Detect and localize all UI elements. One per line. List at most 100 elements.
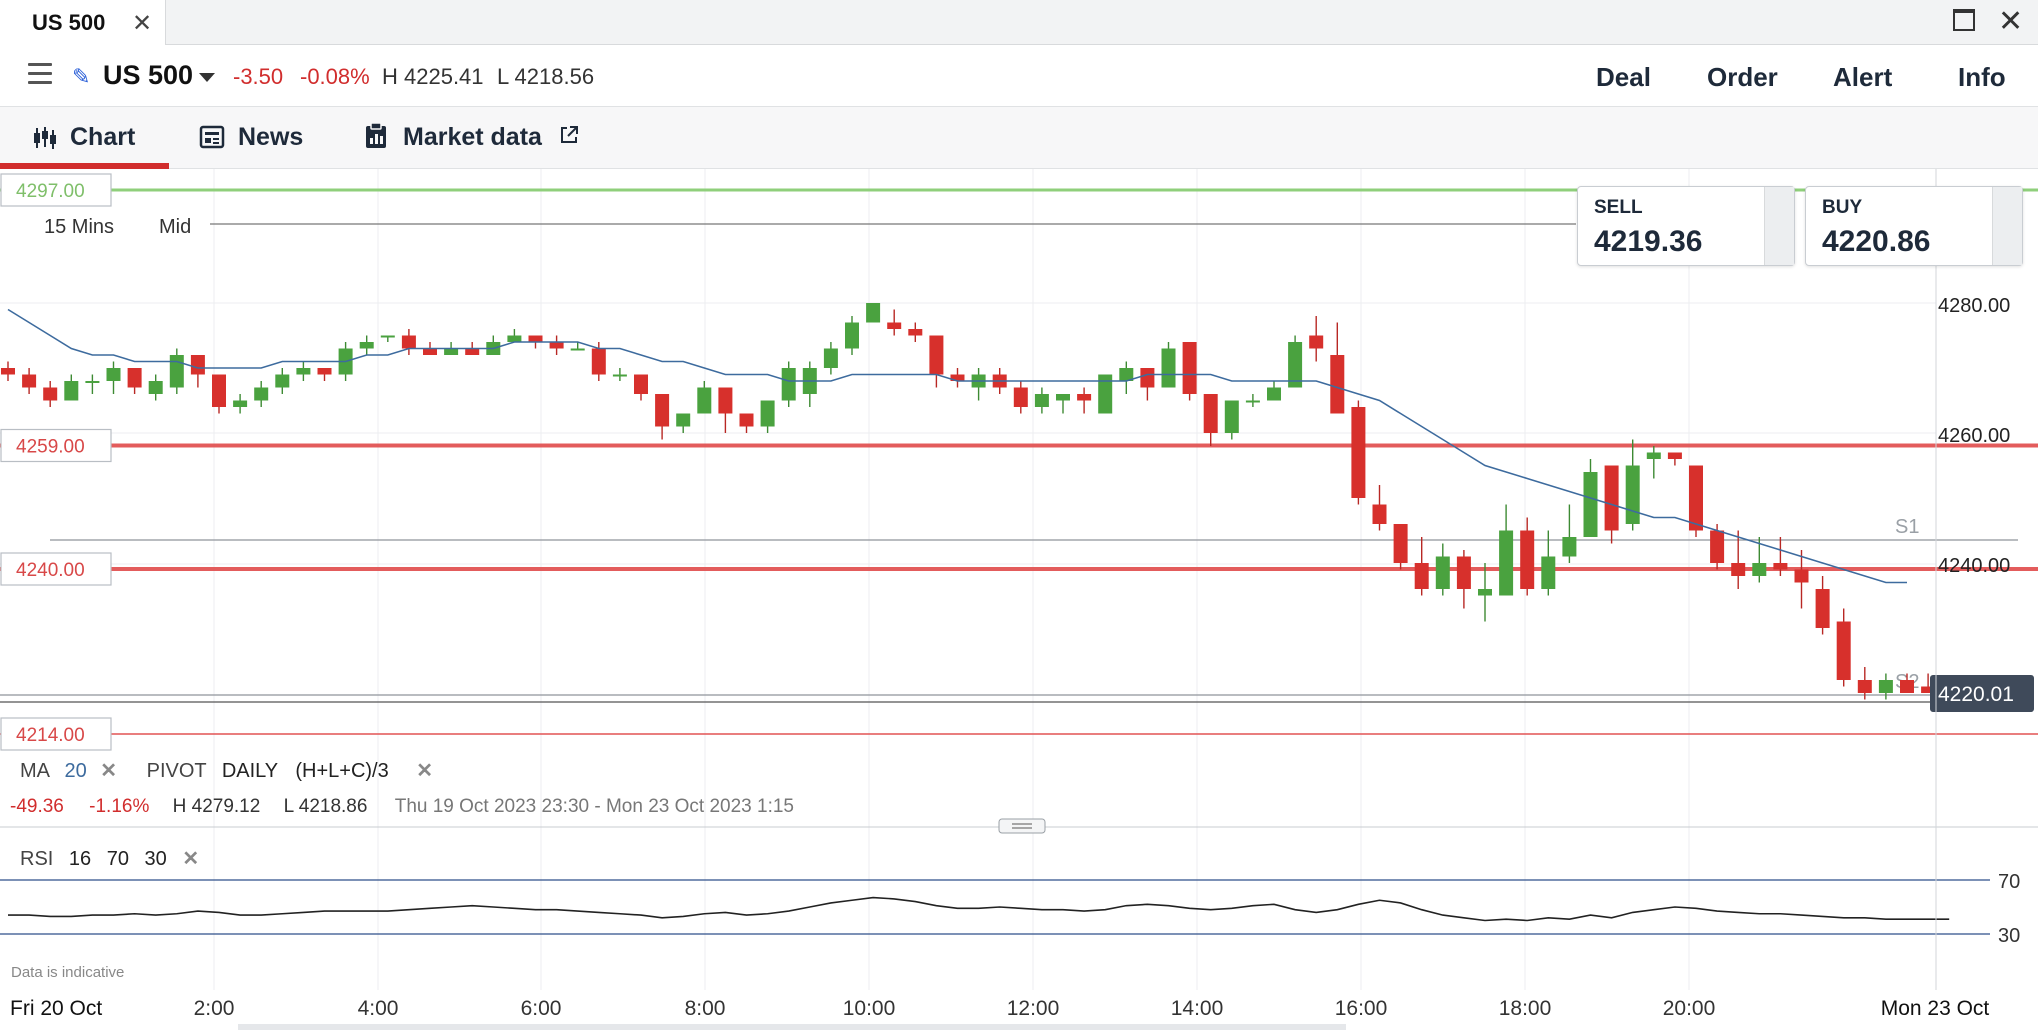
candle-body (507, 335, 522, 342)
y-tick-label: 4240.00 (1938, 555, 2010, 577)
candle-body (676, 413, 691, 427)
x-tick-label: 20:00 (1663, 997, 1716, 1020)
candle-body (1900, 680, 1914, 693)
candle-body (444, 348, 459, 355)
deal-button[interactable]: Deal (1596, 62, 1651, 93)
candle-body (1330, 355, 1345, 414)
buy-price: 4220.86 (1822, 225, 1931, 258)
candle-body (591, 348, 606, 375)
x-tick-label: 16:00 (1335, 997, 1388, 1020)
rsi-period[interactable]: 16 (69, 848, 91, 870)
candle-body (1182, 342, 1197, 394)
candle-body (1625, 465, 1640, 524)
external-link-icon (561, 126, 578, 143)
sell-label: SELL (1594, 197, 1643, 218)
instrument-name[interactable]: US 500 (103, 60, 193, 91)
x-tick-label: 14:00 (1171, 997, 1224, 1020)
buy-button[interactable]: BUY 4220.86 (1805, 186, 2023, 266)
candle-body (1689, 465, 1703, 531)
x-tick-label: 4:00 (358, 997, 399, 1020)
ma-label[interactable]: MA (20, 760, 49, 782)
order-button[interactable]: Order (1707, 62, 1778, 93)
y-axis-labels: 4280.00 4260.00 4240.00 4220.01 (1930, 295, 2034, 712)
pivot-period[interactable]: DAILY (222, 760, 278, 782)
price-line-label: 4240.00 (16, 560, 85, 581)
candle-body (106, 368, 121, 381)
remove-pivot-icon[interactable]: ✕ (416, 760, 433, 782)
pencil-icon[interactable]: ✎ (72, 64, 90, 90)
x-tick-label: Mon 23 Oct (1881, 997, 1990, 1020)
x-axis-labels: Fri 20 Oct 2:00 4:00 6:00 8:00 10:00 12:00 14:0… (10, 997, 1989, 1020)
price-chart[interactable]: 4297.004259.004240.004214.00S1S2 4280.00… (0, 169, 2038, 1030)
candle-body (64, 381, 79, 401)
pane-resize-handle[interactable] (998, 818, 1046, 834)
menu-icon[interactable] (28, 63, 52, 85)
candle-body (1013, 387, 1028, 407)
candle-body (887, 322, 902, 329)
candle-body (212, 374, 226, 407)
candle-body (718, 387, 733, 414)
period-low: L 4218.86 (283, 796, 368, 817)
x-tick-label: 18:00 (1499, 997, 1552, 1020)
candle-body (1161, 348, 1176, 388)
close-icon[interactable]: ✕ (132, 9, 152, 38)
candle-body (1836, 621, 1851, 680)
close-window-icon[interactable]: ✕ (1998, 4, 2023, 39)
candle-body (612, 374, 627, 377)
indicator-legend: MA 20 ✕ PIVOT DAILY (H+L+C)/3 ✕ (20, 758, 433, 783)
candle-body (845, 322, 859, 349)
y-tick-label: 4260.00 (1938, 425, 2010, 447)
session-low: L 4218.56 (497, 64, 595, 89)
rsi-upper-label: 70 (1998, 871, 2020, 893)
pivot-formula[interactable]: (H+L+C)/3 (295, 760, 388, 782)
rsi-upper-setting[interactable]: 70 (107, 848, 129, 870)
info-button[interactable]: Info (1958, 62, 2006, 93)
candle-body (781, 368, 796, 401)
candle-body (1267, 387, 1281, 401)
candle-body (148, 381, 163, 394)
rsi-label[interactable]: RSI (20, 848, 53, 870)
maximize-icon[interactable] (1953, 9, 1975, 31)
horizontal-scrollbar[interactable] (238, 1024, 1346, 1030)
candle-body (190, 355, 205, 375)
candle-body (1034, 394, 1049, 407)
period-summary: -49.36 -1.16% H 4279.12 L 4218.86 Thu 19… (10, 796, 794, 818)
window-tab[interactable]: US 500 ✕ (0, 0, 166, 45)
ma-period[interactable]: 20 (64, 760, 86, 782)
chevron-down-icon[interactable] (199, 73, 215, 82)
candle-body (1520, 530, 1535, 589)
candles (1, 303, 1957, 700)
candle-body (1140, 368, 1155, 388)
buy-stripe (1992, 187, 2022, 265)
price-line-label: 4259.00 (16, 437, 85, 458)
remove-ma-icon[interactable]: ✕ (100, 760, 117, 782)
candle-body (760, 400, 775, 427)
rsi-line (8, 896, 1950, 922)
rsi-lower-setting[interactable]: 30 (145, 848, 167, 870)
candle-body (929, 335, 944, 375)
x-tick-label: 2:00 (194, 997, 235, 1020)
alert-button[interactable]: Alert (1833, 62, 1892, 93)
candle-body (169, 355, 184, 388)
sell-stripe (1764, 187, 1794, 265)
candle-body (43, 387, 58, 401)
interval-selector[interactable]: 15 Mins (40, 216, 119, 239)
candle-body (254, 387, 269, 401)
y-tick-label: 4280.00 (1938, 295, 2010, 317)
sell-button[interactable]: SELL 4219.36 (1577, 186, 1795, 266)
candle-body (1372, 504, 1387, 524)
tab-news-label: News (238, 123, 304, 151)
x-tick-label: Fri 20 Oct (10, 997, 102, 1020)
price-type-selector[interactable]: Mid (155, 216, 196, 239)
candle-body (1752, 563, 1767, 576)
market-data-icon (366, 122, 386, 148)
remove-rsi-icon[interactable]: ✕ (182, 848, 199, 870)
candle-body (1499, 530, 1514, 596)
candle-body (1857, 680, 1872, 693)
candle-body (1, 368, 15, 375)
candle-body (1245, 400, 1260, 403)
candle-body (1478, 589, 1492, 596)
pivot-label[interactable]: PIVOT (147, 760, 207, 782)
x-tick-label: 12:00 (1007, 997, 1060, 1020)
candle-body (655, 394, 670, 427)
